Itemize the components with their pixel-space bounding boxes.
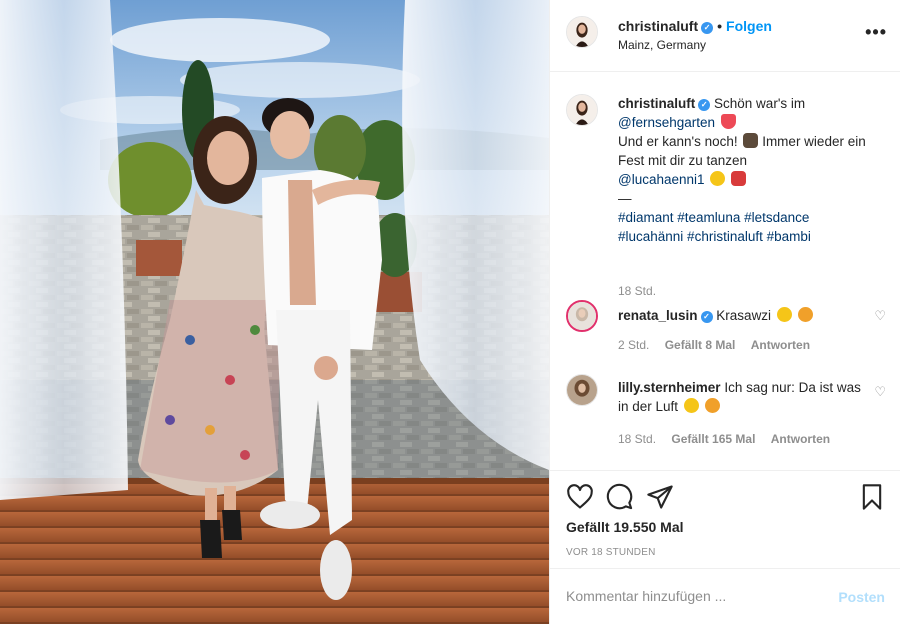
caption-meta: 18 Std. [618,284,668,298]
caption-line-1: Schön war's im [714,96,806,111]
comment-input[interactable] [566,583,816,609]
reply-button[interactable]: Antworten [751,338,810,352]
verified-badge-icon: ✓ [701,22,714,34]
verified-badge-icon: ✓ [700,311,713,323]
verified-badge-icon: ✓ [698,99,711,111]
mention-link[interactable]: @fernsehgarten [618,115,715,130]
avatar[interactable] [566,374,598,406]
caption-text: christinaluft ✓ Schön war's im @fernsehga… [618,94,868,246]
comment-likes[interactable]: Gefällt 165 Mal [671,432,755,446]
comment-like-heart-icon[interactable]: ♡ [874,308,886,324]
hashtags-line-1[interactable]: #diamant #teamluna #letsdance [618,210,809,225]
post-header: christinaluft ✓ • Folgen Mainz, Germany ••• [550,0,900,72]
post-details-panel: christinaluft ✓ • Folgen Mainz, Germany •••… [549,0,900,624]
mention-link[interactable]: @lucahaenni1 [618,172,705,187]
caption-line-2: Und er kann's noch! [618,134,738,149]
post-actions: Gefällt 19.550 Mal VOR 18 STUNDEN [550,470,900,568]
avatar[interactable] [566,300,598,332]
instagram-post: christinaluft ✓ • Folgen Mainz, Germany •••… [0,0,900,624]
bookmark-icon[interactable] [858,483,886,511]
timestamp[interactable]: 18 Std. [618,432,656,446]
comment-text: lilly.sternheimer Ich sag nur: Da ist wa… [618,378,868,416]
avatar[interactable] [566,16,598,48]
header-username[interactable]: christinaluft [618,18,698,34]
more-options-icon[interactable]: ••• [865,22,887,43]
comment-username[interactable]: lilly.sternheimer [618,380,721,395]
caption-dash: — [618,191,632,206]
share-icon[interactable] [646,483,674,511]
red-heart-emoji-icon [720,114,736,129]
joy-emoji-icon [683,398,699,413]
dancer-emoji-icon [743,133,759,148]
star-eyes-emoji-icon [797,307,813,322]
post-photo[interactable] [0,0,549,624]
comment-username[interactable]: renata_lusin [618,308,698,323]
timestamp[interactable]: 18 Std. [618,284,656,298]
reply-button[interactable]: Antworten [771,432,830,446]
comment-body: Krasawzi [716,308,772,323]
photo-scene [0,0,549,624]
timestamp[interactable]: 2 Std. [618,338,649,352]
comment-text: renata_lusin ✓ Krasawzi [618,306,868,325]
caption-username[interactable]: christinaluft [618,96,695,111]
heart-icon[interactable] [566,483,594,511]
hashtags-line-2[interactable]: #lucahänni #christinaluft #bambi [618,229,811,244]
avatar[interactable] [566,94,598,126]
comments-section[interactable]: christinaluft ✓ Schön war's im @fernsehga… [550,72,900,470]
post-age[interactable]: VOR 18 STUNDEN [566,547,656,558]
follow-button[interactable]: Folgen [726,18,772,34]
add-comment-bar: Posten [550,568,900,624]
dancer-woman-emoji-icon [731,171,747,186]
comment-likes[interactable]: Gefällt 8 Mal [665,338,736,352]
comment-icon[interactable] [606,483,634,511]
header-username-row: christinaluft ✓ • Folgen [618,18,772,34]
comment-meta: 18 Std. Gefällt 165 Mal Antworten [618,432,842,446]
separator-dot: • [717,18,723,34]
comment-meta: 2 Std. Gefällt 8 Mal Antworten [618,338,822,352]
post-comment-button[interactable]: Posten [838,589,885,605]
location-link[interactable]: Mainz, Germany [618,38,706,52]
kiss-emoji-icon [776,307,792,322]
sun-emoji-icon [710,171,726,186]
star-eyes-emoji-icon [704,398,720,413]
comment-like-heart-icon[interactable]: ♡ [874,384,886,400]
likes-count[interactable]: Gefällt 19.550 Mal [566,519,684,535]
